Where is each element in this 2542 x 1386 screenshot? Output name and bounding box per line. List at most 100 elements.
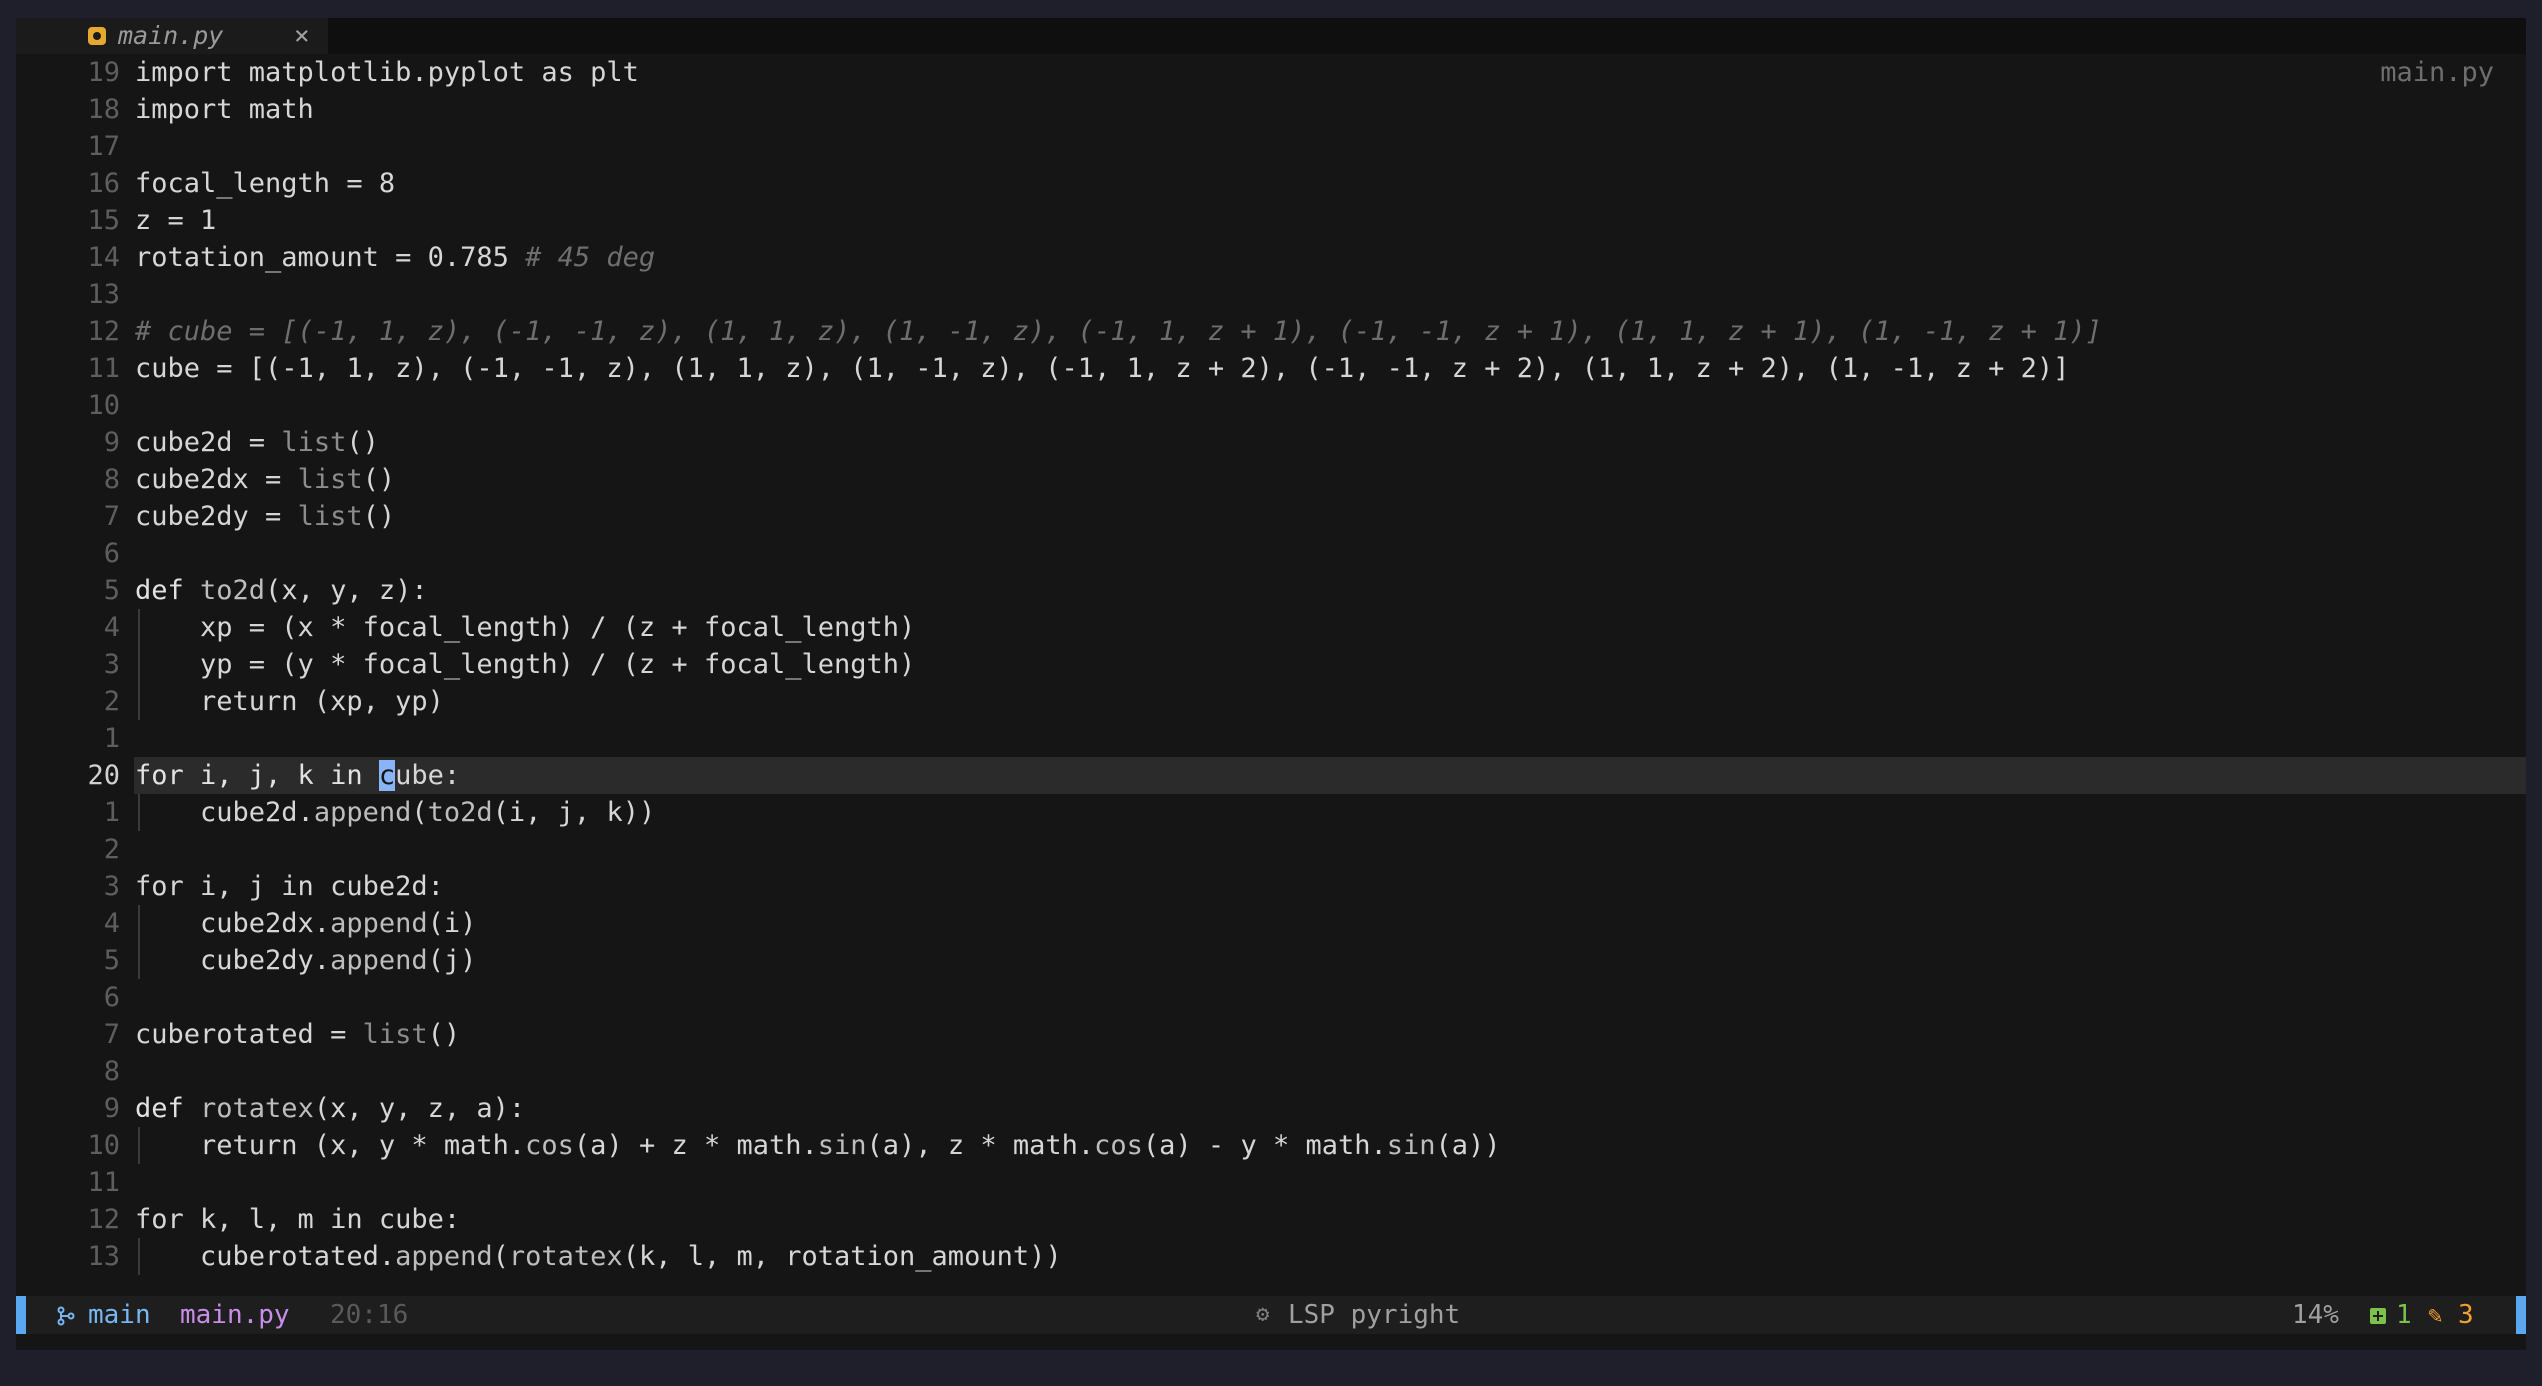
code-token: () [362, 464, 396, 495]
editor-window: main.py × 19 import matplotlib.pyplot as … [16, 18, 2526, 1350]
code-line[interactable]: 12 # cube = [(-1, 1, z), (-1, -1, z), (1,… [16, 313, 2526, 350]
code-editor[interactable]: 19 import matplotlib.pyplot as plt 18 impor… [16, 54, 2526, 1296]
code-line[interactable]: 8 [16, 1053, 2526, 1090]
code-line[interactable]: 2 [16, 831, 2526, 868]
mode-indicator-right [2516, 1296, 2526, 1334]
code-text: for i, j, k in cube: [135, 757, 460, 794]
code-line[interactable]: 11 [16, 1164, 2526, 1201]
tab-main-py[interactable]: main.py × [16, 18, 328, 54]
code-line[interactable]: 5 def to2d(x, y, z): [16, 572, 2526, 609]
code-token: ( [492, 1241, 509, 1272]
code-line[interactable]: 19 import matplotlib.pyplot as plt [16, 54, 2526, 91]
code-token: append [330, 945, 428, 976]
code-line[interactable]: 5 cube2dy.append(j) [16, 942, 2526, 979]
text-cursor: c [378, 760, 396, 791]
code-token: list [297, 501, 363, 532]
code-line[interactable]: 6 [16, 535, 2526, 572]
indent-guide [138, 794, 140, 831]
code-token: ube: [395, 760, 461, 791]
line-number: 4 [103, 908, 120, 939]
code-token: append [330, 908, 428, 939]
line-number: 19 [87, 57, 120, 88]
code-line[interactable]: 3 yp = (y * focal_length) / (z + focal_l… [16, 646, 2526, 683]
line-number: 1 [103, 797, 120, 828]
code-token: () [346, 427, 379, 458]
code-line[interactable]: 6 [16, 979, 2526, 1016]
code-token: list [297, 464, 363, 495]
code-line[interactable]: 9 cube2d = list() [16, 424, 2526, 461]
code-token: # 45 deg [525, 242, 656, 273]
code-token: (a)) [1435, 1130, 1501, 1161]
code-text: # cube = [(-1, 1, z), (-1, -1, z), (1, 1… [135, 313, 2102, 350]
code-token: cuberotated = [135, 1019, 363, 1050]
code-line[interactable]: 9 def rotatex(x, y, z, a): [16, 1090, 2526, 1127]
code-line[interactable]: 16 focal_length = 8 [16, 165, 2526, 202]
code-token: to2d [427, 797, 493, 828]
code-line[interactable]: 14 rotation_amount = 0.785 # 45 deg [16, 239, 2526, 276]
indent-guide [138, 646, 140, 683]
code-line[interactable]: 12 for k, l, m in cube: [16, 1201, 2526, 1238]
line-number: 2 [103, 834, 120, 865]
code-line[interactable]: 18 import math [16, 91, 2526, 128]
code-token: (j) [427, 945, 477, 976]
code-token: cube2d = [135, 427, 282, 458]
code-text: cube2dy.append(j) [135, 942, 476, 979]
code-line[interactable]: 8 cube2dx = list() [16, 461, 2526, 498]
code-token: cuberotated. [135, 1241, 396, 1272]
code-token: import math [135, 94, 314, 125]
code-token: list [281, 427, 347, 458]
line-number: 10 [87, 390, 120, 421]
code-line[interactable]: 13 cuberotated.append(rotatex(k, l, m, r… [16, 1238, 2526, 1275]
mode-indicator-left [16, 1296, 26, 1334]
code-line[interactable]: 2 return (xp, yp) [16, 683, 2526, 720]
close-icon[interactable]: × [294, 20, 310, 52]
line-number: 7 [103, 501, 120, 532]
code-line[interactable]: 4 xp = (x * focal_length) / (z + focal_l… [16, 609, 2526, 646]
code-text: import math [135, 91, 314, 128]
code-text: def rotatex(x, y, z, a): [135, 1090, 525, 1127]
lsp-status[interactable]: LSP pyright [1288, 1296, 1460, 1334]
tab-label: main.py [118, 21, 224, 50]
line-number: 3 [103, 649, 120, 680]
line-number: 15 [87, 205, 120, 236]
code-token: ( [411, 797, 428, 828]
git-branch[interactable]: main [88, 1296, 151, 1334]
code-line[interactable]: 13 [16, 276, 2526, 313]
code-line[interactable]: 7 cuberotated = list() [16, 1016, 2526, 1053]
code-line[interactable]: 1 [16, 720, 2526, 757]
code-line[interactable]: 11 cube = [(-1, 1, z), (-1, -1, z), (1, 1… [16, 350, 2526, 387]
code-line[interactable]: 4 cube2dx.append(i) [16, 905, 2526, 942]
code-token: cube2dx = [135, 464, 298, 495]
code-token: for i, j in cube2d: [135, 871, 444, 902]
code-token: (k, l, m, rotation_amount)) [622, 1241, 1062, 1272]
code-line[interactable]: 3 for i, j in cube2d: [16, 868, 2526, 905]
line-number: 10 [87, 1130, 120, 1161]
code-token: append [395, 1241, 493, 1272]
code-token: cube = [(-1, 1, z), (-1, -1, z), (1, 1, … [135, 353, 2070, 384]
code-line[interactable]: 10 return (x, y * math.cos(a) + z * math… [16, 1127, 2526, 1164]
line-number: 13 [87, 279, 120, 310]
code-token: rotatex [508, 1241, 623, 1272]
code-line[interactable]: 15 z = 1 [16, 202, 2526, 239]
code-token: def [135, 575, 201, 606]
code-token: () [427, 1019, 461, 1050]
code-text: cube2d = list() [135, 424, 379, 461]
code-line-current[interactable]: 20 for i, j, k in cube: [87, 757, 2526, 794]
code-line[interactable]: 7 cube2dy = list() [16, 498, 2526, 535]
line-number: 18 [87, 94, 120, 125]
git-modified-count: 3 [2458, 1300, 2474, 1330]
status-file-name: main.py [180, 1300, 290, 1330]
code-token: (x, y, z): [265, 575, 428, 606]
code-text: return (xp, yp) [135, 683, 444, 720]
code-line[interactable]: 1 cube2d.append(to2d(i, j, k)) [16, 794, 2526, 831]
code-text: cube2dx.append(i) [135, 905, 476, 942]
code-token: list [362, 1019, 428, 1050]
code-token: cos [1094, 1130, 1143, 1161]
code-line[interactable]: 10 [16, 387, 2526, 424]
code-text: for i, j in cube2d: [135, 868, 444, 905]
code-token: cube2d. [135, 797, 314, 828]
code-token: (a) - y * math. [1142, 1130, 1387, 1161]
code-line[interactable]: 17 [16, 128, 2526, 165]
code-text: rotation_amount = 0.785 # 45 deg [135, 239, 655, 276]
code-text: import matplotlib.pyplot as plt [135, 54, 639, 91]
